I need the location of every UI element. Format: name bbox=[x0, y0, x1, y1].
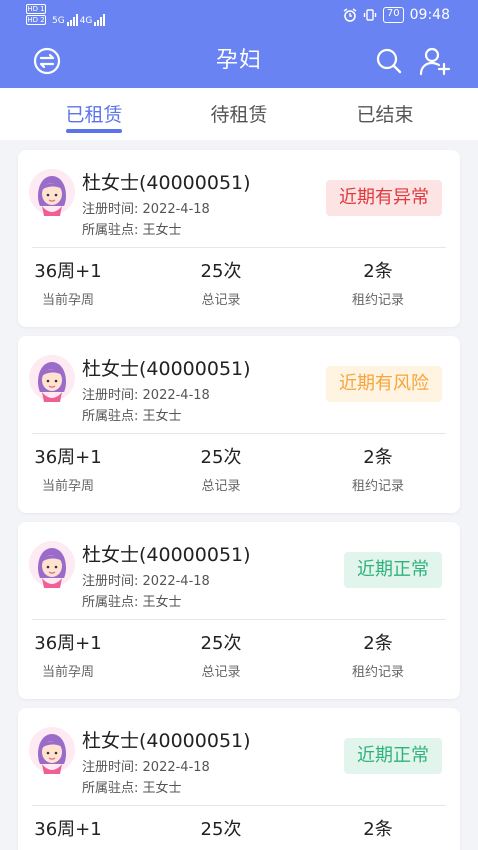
register-time-value: 2022-4-18 bbox=[142, 388, 210, 403]
register-time-value: 2022-4-18 bbox=[142, 202, 210, 217]
stat-label: 总记录 bbox=[201, 479, 241, 494]
register-time-label: 注册时间: bbox=[82, 388, 139, 403]
station: 所属驻点: 王女士 bbox=[82, 777, 182, 796]
station-value: 王女士 bbox=[142, 409, 182, 424]
station: 所属驻点: 王女士 bbox=[82, 219, 182, 238]
tab-ended[interactable]: 已结束 bbox=[325, 100, 445, 127]
stat-label: 租约记录 bbox=[351, 293, 404, 308]
station-value: 王女士 bbox=[142, 223, 182, 238]
stat-value: 36周+1 bbox=[34, 447, 102, 468]
patient-name: 杜女士(40000051) bbox=[82, 544, 251, 566]
stat-value: 2条 bbox=[363, 633, 393, 654]
avatar-icon bbox=[29, 355, 75, 402]
avatar-icon bbox=[29, 727, 75, 774]
register-time-value: 2022-4-18 bbox=[142, 574, 210, 589]
stat-label: 当前孕周 bbox=[41, 479, 94, 494]
card-divider bbox=[32, 247, 446, 248]
stat-total-records: 25次总记录 bbox=[151, 260, 291, 308]
avatar-icon bbox=[29, 541, 75, 588]
register-time: 注册时间: 2022-4-18 bbox=[82, 198, 210, 217]
hd-badge-1: HD 1 bbox=[26, 4, 46, 14]
active-tab-indicator bbox=[66, 129, 122, 133]
status-badge: 近期正常 bbox=[344, 738, 442, 774]
stat-value: 36周+1 bbox=[34, 633, 102, 654]
station-label: 所属驻点: bbox=[82, 223, 139, 238]
card-divider bbox=[32, 805, 446, 806]
stat-lease-records: 2条租约记录 bbox=[308, 818, 448, 850]
record-card[interactable]: 杜女士(40000051) 注册时间: 2022-4-18 所属驻点: 王女士 … bbox=[18, 522, 460, 699]
vibrate-icon bbox=[363, 9, 377, 21]
stat-value: 25次 bbox=[200, 633, 242, 654]
alarm-icon bbox=[343, 8, 357, 22]
register-time-value: 2022-4-18 bbox=[142, 760, 210, 775]
search-icon[interactable] bbox=[372, 44, 406, 78]
patient-name: 杜女士(40000051) bbox=[82, 358, 251, 380]
page-title: 孕妇 bbox=[215, 48, 262, 73]
battery-icon: 70 bbox=[382, 7, 404, 23]
patient-name: 杜女士(40000051) bbox=[82, 730, 251, 752]
stat-value: 2条 bbox=[363, 261, 393, 282]
stat-gestational-week: 36周+1当前孕周 bbox=[0, 818, 138, 850]
tab-rented[interactable]: 已租赁 bbox=[34, 100, 154, 127]
stat-lease-records: 2条租约记录 bbox=[308, 632, 448, 680]
stat-gestational-week: 36周+1 当前孕周 bbox=[0, 446, 138, 494]
signal-icon: 5G 4G bbox=[52, 4, 106, 26]
station-label: 所属驻点: bbox=[82, 409, 139, 424]
stat-label: 租约记录 bbox=[351, 665, 404, 680]
station: 所属驻点: 王女士 bbox=[82, 591, 182, 610]
station-value: 王女士 bbox=[142, 781, 182, 796]
register-time-label: 注册时间: bbox=[82, 760, 139, 775]
register-time-label: 注册时间: bbox=[82, 574, 139, 589]
tab-pending[interactable]: 待租赁 bbox=[179, 100, 299, 127]
stat-label: 当前孕周 bbox=[41, 665, 94, 680]
hd-badge-2: HD 2 bbox=[26, 15, 46, 25]
stat-value: 25次 bbox=[200, 261, 242, 282]
stat-lease-records: 2条租约记录 bbox=[308, 446, 448, 494]
register-time: 注册时间: 2022-4-18 bbox=[82, 756, 210, 775]
stat-lease-records: 2条租约记录 bbox=[308, 260, 448, 308]
avatar-icon bbox=[29, 169, 75, 216]
stat-label: 总记录 bbox=[201, 293, 241, 308]
stat-value: 2条 bbox=[363, 447, 393, 468]
stat-label: 当前孕周 bbox=[41, 293, 94, 308]
clock: 09:48 bbox=[409, 7, 450, 23]
register-time: 注册时间: 2022-4-18 bbox=[82, 570, 210, 589]
record-card[interactable]: 杜女士(40000051) 注册时间: 2022-4-18 所属驻点: 王女士 … bbox=[18, 336, 460, 513]
card-divider bbox=[32, 433, 446, 434]
stat-gestational-week: 36周+1 当前孕周 bbox=[0, 632, 138, 680]
station-label: 所属驻点: bbox=[82, 595, 139, 610]
record-card[interactable]: 杜女士(40000051) 注册时间: 2022-4-18 所属驻点: 王女士 … bbox=[18, 150, 460, 327]
stat-label: 总记录 bbox=[201, 665, 241, 680]
stat-gestational-week: 36周+1 当前孕周 bbox=[0, 260, 138, 308]
register-time-label: 注册时间: bbox=[82, 202, 139, 217]
network-label-1: 5G bbox=[52, 16, 65, 26]
stat-value: 36周+1 bbox=[34, 819, 102, 840]
add-user-icon[interactable] bbox=[418, 44, 452, 78]
station: 所属驻点: 王女士 bbox=[82, 405, 182, 424]
stat-value: 25次 bbox=[200, 819, 242, 840]
app-header: HD 1 HD 2 5G 4G 70 09:48 孕妇 bbox=[0, 0, 478, 88]
register-time: 注册时间: 2022-4-18 bbox=[82, 384, 210, 403]
network-label-2: 4G bbox=[79, 16, 93, 26]
stat-total-records: 25次总记录 bbox=[151, 632, 291, 680]
stat-value: 25次 bbox=[200, 447, 242, 468]
patient-name: 杜女士(40000051) bbox=[82, 172, 251, 194]
station-label: 所属驻点: bbox=[82, 781, 139, 796]
status-badge: 近期有风险 bbox=[326, 366, 442, 402]
status-badge: 近期有异常 bbox=[326, 180, 442, 216]
stat-value: 2条 bbox=[363, 819, 393, 840]
record-card[interactable]: 杜女士(40000051) 注册时间: 2022-4-18 所属驻点: 王女士 … bbox=[18, 708, 460, 850]
stat-total-records: 25次总记录 bbox=[151, 818, 291, 850]
station-value: 王女士 bbox=[142, 595, 182, 610]
status-bar: HD 1 HD 2 5G 4G 70 09:48 bbox=[0, 0, 478, 32]
stat-label: 租约记录 bbox=[351, 479, 404, 494]
stat-total-records: 25次总记录 bbox=[151, 446, 291, 494]
card-divider bbox=[32, 619, 446, 620]
status-badge: 近期正常 bbox=[344, 552, 442, 588]
stat-value: 36周+1 bbox=[34, 261, 102, 282]
